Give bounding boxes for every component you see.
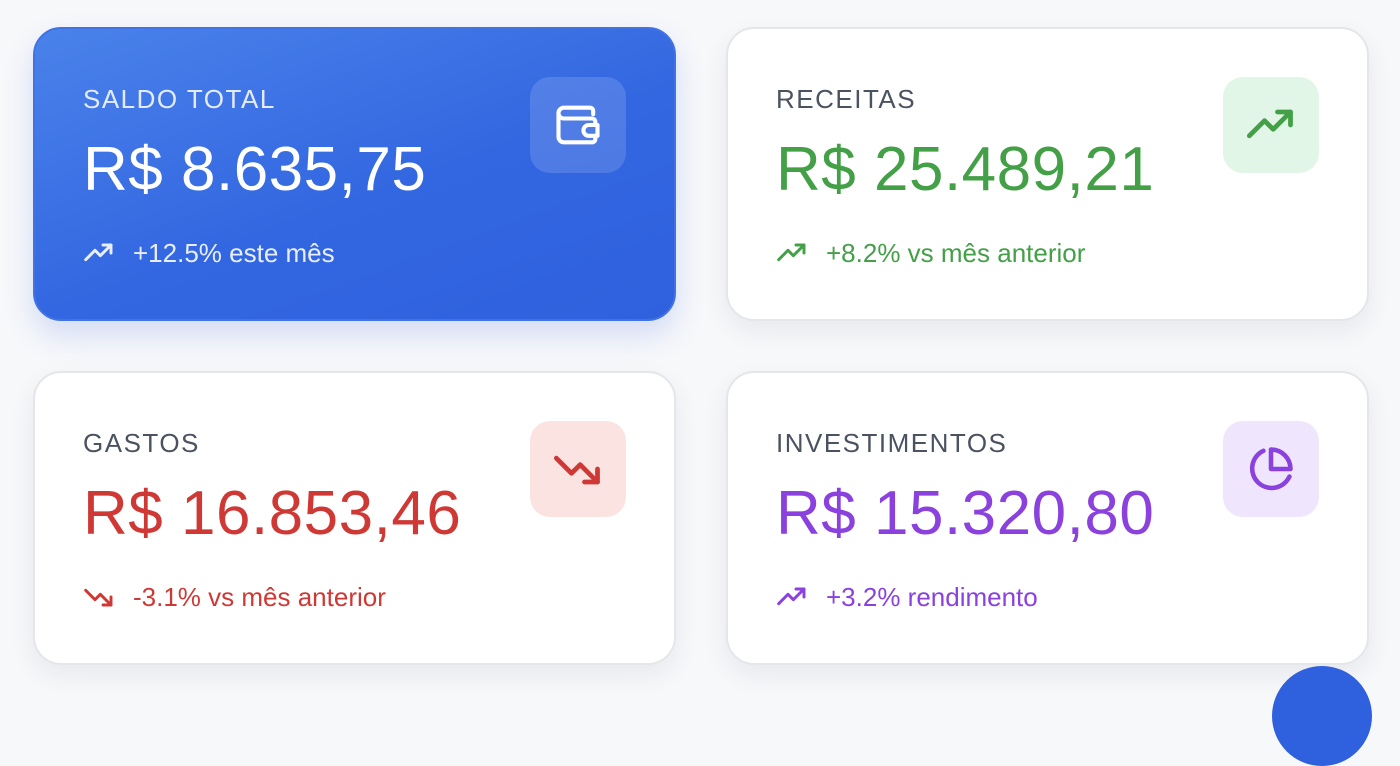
investments-card[interactable]: INVESTIMENTOS R$ 15.320,80 +3.2% rendime… [726,371,1369,665]
income-value: R$ 25.489,21 [776,135,1155,204]
balance-label: SALDO TOTAL [83,84,276,114]
summary-cards-grid: SALDO TOTAL R$ 8.635,75 +12.5% este mês … [33,27,1369,665]
investments-label: INVESTIMENTOS [776,428,1008,458]
investments-trend: +3.2% rendimento [776,581,1038,613]
investments-value: R$ 15.320,80 [776,479,1155,548]
wallet-icon [556,105,600,145]
expenses-trend-text: -3.1% vs mês anterior [133,581,386,612]
pie-chart-icon-box [1223,421,1319,517]
expenses-label: GASTOS [83,428,200,458]
expenses-card[interactable]: GASTOS R$ 16.853,46 -3.1% vs mês anterio… [33,371,676,665]
balance-trend-text: +12.5% este mês [133,237,335,268]
trending-down-icon [84,588,113,607]
trending-up-icon [777,243,806,262]
income-card[interactable]: RECEITAS R$ 25.489,21 +8.2% vs mês anter… [726,27,1369,321]
trending-down-icon-box [530,421,626,517]
trending-up-icon [777,587,806,606]
income-trend-text: +8.2% vs mês anterior [826,237,1086,268]
trending-up-icon [84,243,113,262]
trending-down-icon [553,455,600,485]
add-transaction-button[interactable] [1272,666,1372,766]
balance-trend: +12.5% este mês [83,237,335,269]
trending-up-icon [1246,109,1293,139]
income-trend: +8.2% vs mês anterior [776,237,1085,269]
expenses-value: R$ 16.853,46 [83,479,462,548]
wallet-icon-box [530,77,626,173]
income-label: RECEITAS [776,84,917,114]
trending-up-icon-box [1223,77,1319,173]
balance-card[interactable]: SALDO TOTAL R$ 8.635,75 +12.5% este mês [33,27,676,321]
investments-trend-text: +3.2% rendimento [826,581,1038,612]
pie-chart-icon [1249,447,1293,491]
expenses-trend: -3.1% vs mês anterior [83,581,386,613]
balance-value: R$ 8.635,75 [83,135,427,204]
